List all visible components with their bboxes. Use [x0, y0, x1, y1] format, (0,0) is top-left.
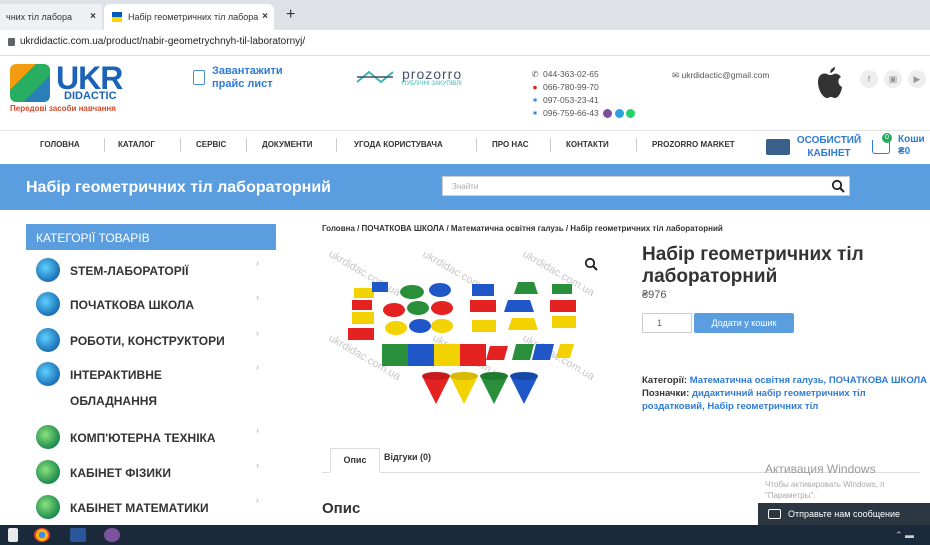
nav-documents[interactable]: ДОКУМЕНТИ — [262, 140, 312, 149]
nav-divider — [104, 138, 105, 152]
nav-user-agreement[interactable]: УГОДА КОРИСТУВАЧА — [354, 140, 443, 149]
zoom-icon[interactable] — [584, 257, 598, 271]
whatsapp-icon[interactable] — [625, 109, 635, 119]
new-tab-button[interactable]: + — [286, 6, 295, 24]
nav-catalog[interactable]: КАТАЛОГ — [118, 140, 155, 149]
system-tray-icon[interactable]: ⌃ ▬ — [895, 530, 914, 541]
logo-cube-icon[interactable] — [10, 64, 50, 102]
phone-list: ✆ 044-363-02-65 ● 066-780-99-70 ✶ 097-053-2… — [530, 68, 635, 120]
prozorro-name[interactable]: prozorro — [402, 66, 462, 82]
close-icon[interactable]: × — [90, 4, 96, 30]
nav-service[interactable]: СЕРВІС — [196, 140, 226, 149]
nav-prozorro-market[interactable]: PROZORRO MARKET — [652, 140, 735, 149]
laptop-icon — [36, 425, 60, 449]
youtube-icon[interactable]: ▶ — [908, 70, 926, 88]
breadcrumb[interactable]: Головна / ПОЧАТКОВА ШКОЛА / Математична … — [322, 224, 723, 233]
facebook-icon[interactable]: f — [860, 70, 878, 88]
chevron-right-icon: › — [256, 292, 259, 302]
monitor-icon — [36, 292, 60, 316]
atom-icon — [36, 460, 60, 484]
search-icon[interactable] — [831, 179, 845, 193]
browser-tab-inactive[interactable]: чних тіл лабора × — [0, 4, 102, 30]
cart-count-badge: 0 — [882, 133, 892, 143]
logo-subtext[interactable]: DIDACTIC — [64, 90, 117, 102]
chat-icon — [768, 509, 781, 519]
chevron-right-icon: › — [256, 362, 259, 372]
screen-icon — [36, 362, 60, 386]
nav-divider — [636, 138, 637, 152]
lock-icon — [8, 38, 15, 46]
word-icon[interactable] — [70, 528, 86, 542]
nav-contacts[interactable]: КОНТАКТИ — [566, 140, 609, 149]
tab-description[interactable]: Опис — [330, 448, 380, 473]
nav-divider — [246, 138, 247, 152]
key-icon[interactable] — [766, 139, 790, 155]
document-icon[interactable] — [193, 70, 205, 85]
chrome-icon[interactable] — [34, 528, 50, 542]
kyivstar-icon: ✶ — [531, 95, 539, 105]
windows-activation-title: Активация Windows — [765, 462, 876, 476]
phone-item[interactable]: ✆ 044-363-02-65 — [530, 68, 635, 81]
chevron-right-icon: › — [256, 425, 259, 435]
windows-start-icon[interactable] — [8, 528, 18, 542]
os-taskbar — [0, 525, 930, 545]
nav-about[interactable]: ПРО НАС — [492, 140, 529, 149]
product-meta: Категорії: Математична освітня галузь, П… — [642, 375, 928, 412]
gears-icon — [36, 328, 60, 352]
logo-tagline: Передові засоби навчання — [10, 104, 116, 113]
instagram-icon[interactable]: ▣ — [884, 70, 902, 88]
browser-tab-active[interactable]: Набір геометричних тіл лабора × — [104, 4, 274, 30]
flag-favicon-icon — [112, 12, 122, 22]
nav-home[interactable]: ГОЛОВНА — [40, 140, 80, 149]
product-title: Набір геометричних тіл лабораторний — [642, 244, 864, 287]
tab-label: Набір геометричних тіл лабора — [128, 12, 259, 22]
account-link[interactable]: ОСОБИСТИЙ КАБІНЕТ — [794, 134, 864, 160]
nav-divider — [180, 138, 181, 152]
vodafone-icon: ● — [532, 82, 538, 92]
phone-item[interactable]: ● 066-780-99-70 — [530, 81, 635, 94]
tab-label: чних тіл лабора — [6, 12, 72, 22]
apple-icon[interactable] — [815, 66, 843, 100]
windows-activation-text: Чтобы активировать Windows, п "Параметры… — [765, 480, 885, 500]
globe-icon — [36, 258, 60, 282]
chevron-right-icon: › — [256, 258, 259, 268]
email-link[interactable]: ✉ ukrdidactic@gmail.com — [672, 70, 769, 81]
search-placeholder: Знайти — [452, 182, 479, 191]
viber-icon[interactable] — [603, 109, 613, 119]
product-image[interactable]: ukrdidac.com.ua ukrdidac.com.ua ukrdidac… — [322, 244, 628, 434]
search-input[interactable] — [442, 176, 850, 196]
quantity-input[interactable]: 1 — [642, 313, 692, 333]
prozorro-subtitle: ПУБЛІЧНІ ЗАКУПІВЛІ — [402, 81, 462, 87]
telegram-icon[interactable] — [614, 109, 624, 119]
viber-taskbar-icon[interactable] — [104, 528, 120, 542]
download-price-list-link[interactable]: Завантажити прайс лист — [212, 65, 312, 91]
chat-widget-button[interactable]: Отправьте нам сообщение — [758, 503, 930, 525]
kyivstar-icon: ✶ — [531, 108, 539, 118]
phone-item[interactable]: ✶ 096-759-66-43 — [530, 107, 635, 120]
nav-divider — [550, 138, 551, 152]
categories-title: КАТЕГОРІЇ ТОВАРІВ — [36, 231, 150, 245]
nav-divider — [476, 138, 477, 152]
nav-divider — [336, 138, 337, 152]
cart-link[interactable]: Коши ₴0 — [898, 134, 925, 158]
calculator-icon — [36, 495, 60, 519]
url-text[interactable]: ukrdidactic.com.ua/product/nabir-geometr… — [20, 36, 305, 47]
description-heading: Опис — [322, 500, 361, 517]
phone-icon: ✆ — [531, 69, 539, 79]
tab-reviews[interactable]: Відгуки (0) — [384, 452, 431, 462]
prozorro-logo-icon[interactable] — [355, 70, 395, 84]
product-price: ₴976 — [642, 289, 667, 301]
chevron-right-icon: › — [256, 495, 259, 505]
add-to-cart-button[interactable]: Додати у кошик — [694, 313, 794, 333]
page-title: Набір геометричних тіл лабораторний — [26, 179, 332, 196]
chevron-right-icon: › — [256, 328, 259, 338]
phone-item[interactable]: ✶ 097-053-23-41 — [530, 94, 635, 107]
category-links[interactable]: Математична освітня галузь, ПОЧАТКОВА ШК… — [690, 375, 927, 386]
close-icon[interactable]: × — [262, 4, 268, 30]
chevron-right-icon: › — [256, 460, 259, 470]
